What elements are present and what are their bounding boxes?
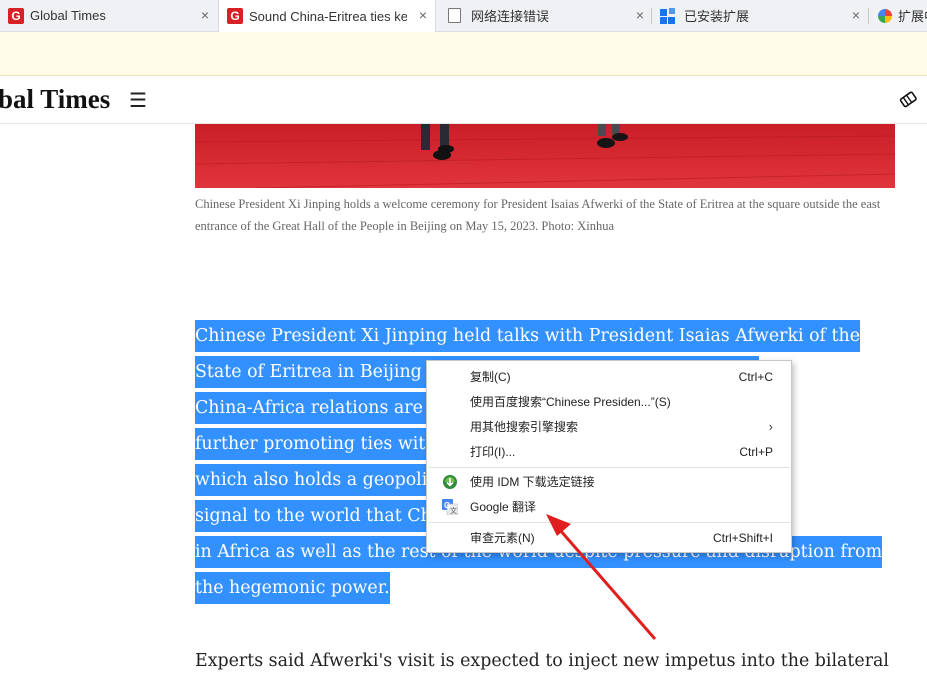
annotation-arrow xyxy=(546,514,657,640)
